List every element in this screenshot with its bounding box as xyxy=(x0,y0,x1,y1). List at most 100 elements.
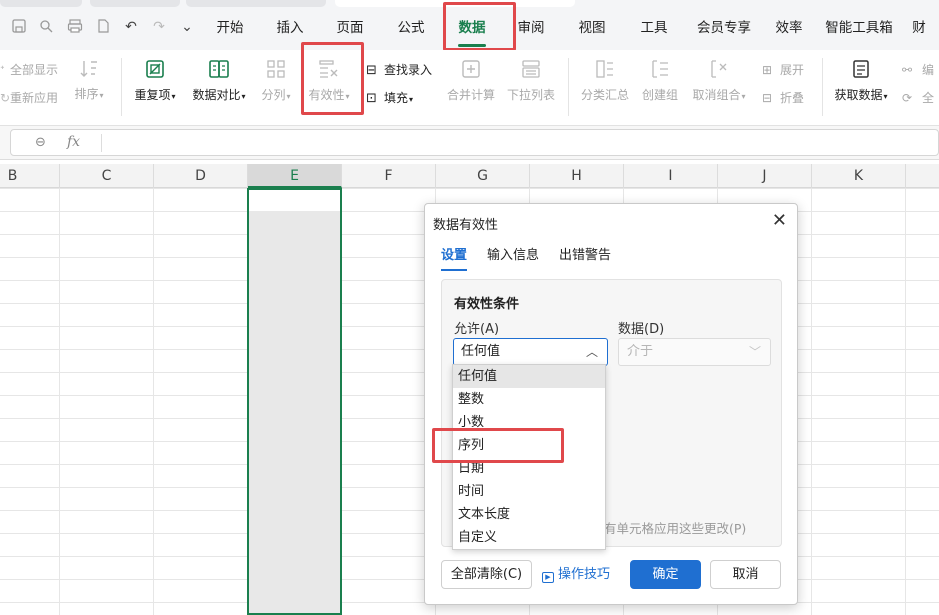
close-icon[interactable]: ✕ xyxy=(772,210,787,231)
column-header-g[interactable]: G xyxy=(436,164,530,188)
dropdown-list-icon xyxy=(522,60,540,78)
option-decimal[interactable]: 小数 xyxy=(453,411,605,434)
option-custom[interactable]: 自定义 xyxy=(453,526,605,549)
tab-home[interactable]: 开始 xyxy=(200,0,260,50)
clear-all-button[interactable]: 全部清除(C) xyxy=(441,560,532,589)
zoom-icon[interactable]: ⊖ xyxy=(35,135,46,150)
tab-view[interactable]: 视图 xyxy=(560,0,624,50)
ribbon-separator xyxy=(121,58,122,116)
column-header-j[interactable]: J xyxy=(718,164,812,188)
formula-bar: ⊖ fx xyxy=(0,126,939,160)
tab-finance[interactable]: 财 xyxy=(904,0,934,50)
allow-select-value: 任何值 xyxy=(461,344,501,359)
fill-button[interactable]: ⊡ 填充▾ xyxy=(366,89,413,106)
print-icon[interactable] xyxy=(66,18,84,36)
consolidate-icon xyxy=(462,60,480,78)
tab-review[interactable]: 审阅 xyxy=(502,0,560,50)
tab-insert[interactable]: 插入 xyxy=(260,0,320,50)
dialog-title: 数据有效性 xyxy=(433,218,499,233)
ok-button[interactable]: 确定 xyxy=(630,560,701,589)
reapply-button[interactable]: ↻重新应用 xyxy=(0,89,58,106)
column-header-h[interactable]: H xyxy=(530,164,624,188)
tab-formula[interactable]: 公式 xyxy=(380,0,442,50)
formula-input[interactable]: ⊖ fx xyxy=(10,129,939,156)
column-header-d[interactable]: D xyxy=(154,164,248,188)
ungroup-button[interactable]: 取消组合▾ xyxy=(688,58,750,103)
allow-dropdown-list: 任何值 整数 小数 序列 日期 时间 文本长度 自定义 xyxy=(452,364,606,550)
option-list[interactable]: 序列 xyxy=(453,434,605,457)
collapse-icon: ⊟ xyxy=(762,91,773,105)
undo-icon[interactable]: ↶ xyxy=(122,18,140,36)
menu-bar: ↶ ↷ ⌄ 开始 插入 页面 公式 数据 审阅 视图 工具 会员专享 效率 智能… xyxy=(0,0,939,50)
sort-button[interactable]: 排序▾ xyxy=(70,58,108,102)
column-header-k[interactable]: K xyxy=(812,164,906,188)
apply-to-all-option[interactable]: 有单元格应用这些更改(P) xyxy=(604,518,746,537)
print-preview-icon[interactable] xyxy=(38,18,56,36)
option-time[interactable]: 时间 xyxy=(453,480,605,503)
selected-column-range[interactable] xyxy=(247,188,342,615)
more-chevron-icon[interactable]: ⌄ xyxy=(178,18,196,36)
option-integer[interactable]: 整数 xyxy=(453,388,605,411)
cancel-button[interactable]: 取消 xyxy=(710,560,781,589)
chevron-down-icon: ﹀ xyxy=(748,345,761,359)
column-header-c[interactable]: C xyxy=(60,164,154,188)
link-icon: ⚯ xyxy=(902,63,913,77)
save-icon[interactable] xyxy=(10,18,28,36)
data-label: 数据(D) xyxy=(618,322,665,337)
create-group-button[interactable]: 创建组 xyxy=(638,58,682,103)
find-entry-button[interactable]: ⊟ 查找录入 xyxy=(366,61,432,78)
split-column-button[interactable]: 分列▾ xyxy=(256,58,296,103)
show-all-button[interactable]: ᐩ 全部显示 xyxy=(0,61,58,78)
column-header-row: B C D E F G H I J K xyxy=(0,164,939,188)
tab-input-message[interactable]: 输入信息 xyxy=(487,244,539,271)
document-tab-ghost[interactable] xyxy=(0,0,82,7)
data-select[interactable]: 介于 ﹀ xyxy=(618,338,771,366)
validation-button[interactable]: 有效性▾ xyxy=(304,58,354,103)
grid-line xyxy=(153,188,154,615)
tab-efficiency[interactable]: 效率 xyxy=(764,0,814,50)
option-text-length[interactable]: 文本长度 xyxy=(453,503,605,526)
tab-settings[interactable]: 设置 xyxy=(441,244,468,271)
refresh-all-button[interactable]: ⟳ 全 xyxy=(902,89,934,106)
ribbon-separator xyxy=(568,58,569,116)
duplicates-button[interactable]: 重复项▾ xyxy=(130,58,180,103)
column-header-e[interactable]: E xyxy=(248,164,342,188)
ribbon: ᐩ 全部显示 ↻重新应用 排序▾ 重复项▾ 数据对比▾ 分列▾ 有效性▾ ⊟ 查找录… xyxy=(0,50,939,126)
column-header-f[interactable]: F xyxy=(342,164,436,188)
option-date[interactable]: 日期 xyxy=(453,457,605,480)
show-all-icon: ᐩ xyxy=(0,63,5,77)
tab-page[interactable]: 页面 xyxy=(320,0,380,50)
option-any-value[interactable]: 任何值 xyxy=(453,365,605,388)
tab-error-alert[interactable]: 出错警告 xyxy=(559,244,611,271)
tab-tools[interactable]: 工具 xyxy=(624,0,684,50)
reapply-icon: ↻ xyxy=(0,91,11,105)
active-cell[interactable] xyxy=(249,190,340,211)
dropdown-list-button[interactable]: 下拉列表 xyxy=(504,58,558,103)
split-column-icon xyxy=(267,60,285,78)
grid-line xyxy=(59,188,60,615)
tab-member[interactable]: 会员专享 xyxy=(684,0,764,50)
allow-select[interactable]: 任何值 ︿ xyxy=(453,338,608,366)
column-header-b[interactable]: B xyxy=(0,164,60,188)
quick-access-toolbar: ↶ ↷ ⌄ xyxy=(10,18,196,36)
document-tab-ghost[interactable] xyxy=(90,0,180,7)
tab-smart-tools[interactable]: 智能工具箱 xyxy=(814,0,904,50)
expand-icon: ⊞ xyxy=(762,63,773,77)
function-icon[interactable]: fx xyxy=(67,134,80,150)
panel-title: 有效性条件 xyxy=(454,297,520,312)
get-data-button[interactable]: 获取数据▾ xyxy=(830,58,892,103)
consolidate-button[interactable]: 合并计算 xyxy=(444,58,498,103)
subtotal-button[interactable]: 分类汇总 xyxy=(578,58,632,103)
edit-links-button[interactable]: ⚯ 编 xyxy=(902,61,934,78)
data-compare-button[interactable]: 数据对比▾ xyxy=(188,58,250,103)
fill-icon: ⊡ xyxy=(366,91,377,106)
column-header-i[interactable]: I xyxy=(624,164,718,188)
pdf-icon[interactable] xyxy=(94,18,112,36)
collapse-button[interactable]: ⊟ 折叠 xyxy=(762,89,804,106)
redo-icon[interactable]: ↷ xyxy=(150,18,168,36)
chevron-up-icon: ︿ xyxy=(585,345,598,359)
tab-data[interactable]: 数据 xyxy=(442,0,502,50)
grid-line xyxy=(905,188,906,615)
tips-link[interactable]: ▶ 操作技巧 xyxy=(542,560,622,589)
expand-button[interactable]: ⊞ 展开 xyxy=(762,61,804,78)
